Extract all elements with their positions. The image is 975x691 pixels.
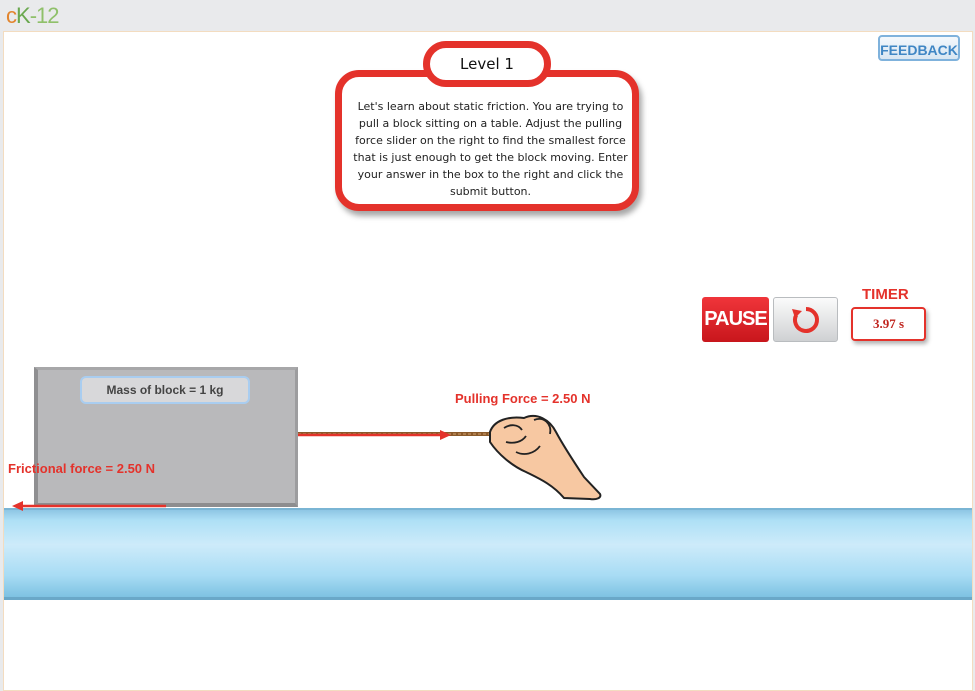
frictional-force-arrow: [12, 501, 166, 511]
pulling-force-arrow: [298, 430, 451, 440]
simulation-stage: FEEDBACK Level 1 Let's learn about stati…: [3, 31, 973, 691]
hand-icon: [489, 414, 602, 501]
instructions-card: Let's learn about static friction. You a…: [335, 70, 639, 211]
instructions-text: Let's learn about static friction. You a…: [353, 100, 628, 198]
ck12-logo[interactable]: cK-12: [6, 3, 59, 29]
level-title: Level 1: [423, 41, 551, 87]
top-bar: cK-12: [0, 0, 975, 31]
